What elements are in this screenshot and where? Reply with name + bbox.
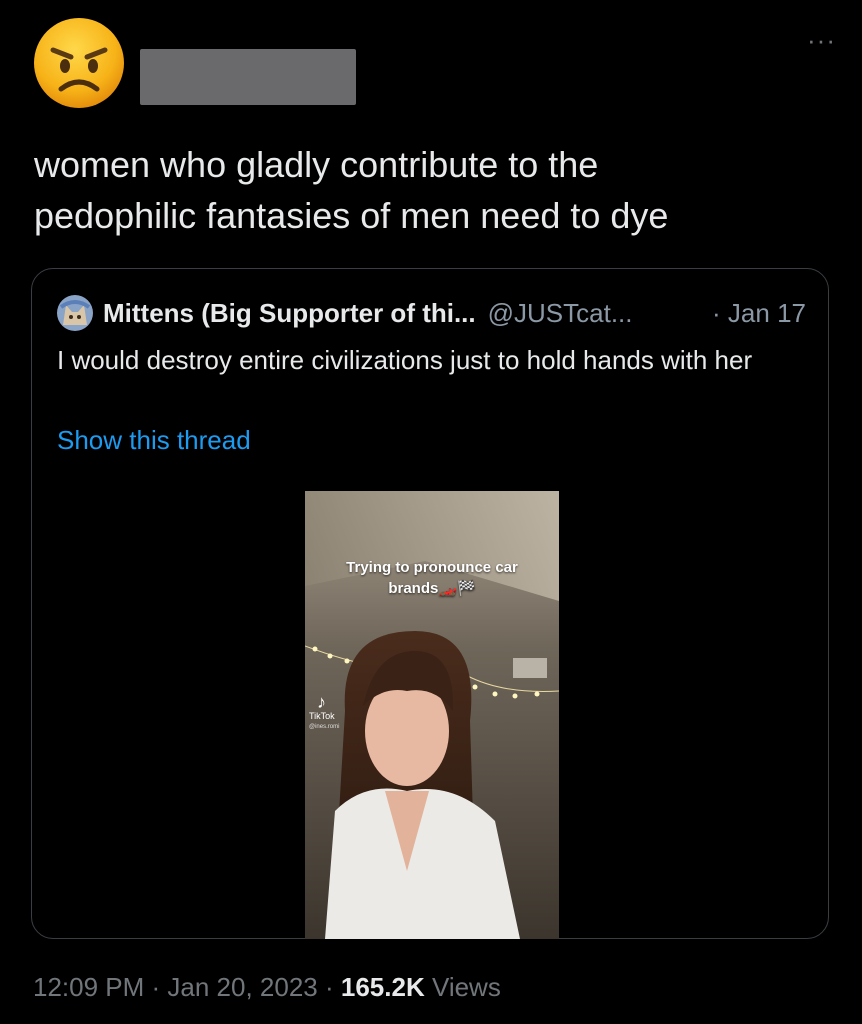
quoted-author-avatar[interactable]: [57, 295, 93, 331]
tiktok-watermark: ♪ TikTok @ines.romi: [309, 693, 369, 733]
tweet-metadata: 12:09 PM · Jan 20, 2023 · 165.2K Views: [33, 972, 501, 1003]
cat-avatar-icon: [57, 295, 93, 331]
redacted-username: [140, 49, 356, 105]
views-count[interactable]: 165.2K: [341, 972, 425, 1002]
views-label: Views: [424, 972, 501, 1002]
tweet-time[interactable]: 12:09 PM: [33, 972, 144, 1002]
more-options-button[interactable]: ···: [807, 27, 836, 53]
video-thumbnail[interactable]: Trying to pronounce car brands🏎️🏁 ♪ TikT…: [305, 491, 559, 939]
quoted-author-handle[interactable]: @JUSTcat...: [488, 298, 633, 329]
separator: ·: [144, 972, 168, 1002]
quoted-tweet-text: I would destroy entire civilizations jus…: [57, 345, 753, 375]
tiktok-label: TikTok: [309, 711, 335, 721]
quoted-tweet-date[interactable]: · Jan 17: [712, 298, 806, 329]
tweet-text: women who gladly contribute to the pedop…: [34, 144, 669, 236]
video-caption: Trying to pronounce car brands🏎️🏁: [346, 559, 518, 597]
show-thread-link[interactable]: Show this thread: [57, 425, 251, 456]
separator: ·: [317, 972, 341, 1002]
tweet-date[interactable]: Jan 20, 2023: [167, 972, 317, 1002]
quoted-author-name[interactable]: Mittens (Big Supporter of thi...: [103, 298, 476, 329]
quoted-tweet-header: Mittens (Big Supporter of thi... @JUSTca…: [57, 295, 806, 331]
tiktok-logo-icon: ♪: [317, 692, 326, 712]
tiktok-handle: @ines.romi: [309, 724, 340, 730]
quoted-tweet-card[interactable]: Mittens (Big Supporter of thi... @JUSTca…: [31, 268, 829, 939]
angry-face-avatar-icon[interactable]: [33, 17, 125, 109]
